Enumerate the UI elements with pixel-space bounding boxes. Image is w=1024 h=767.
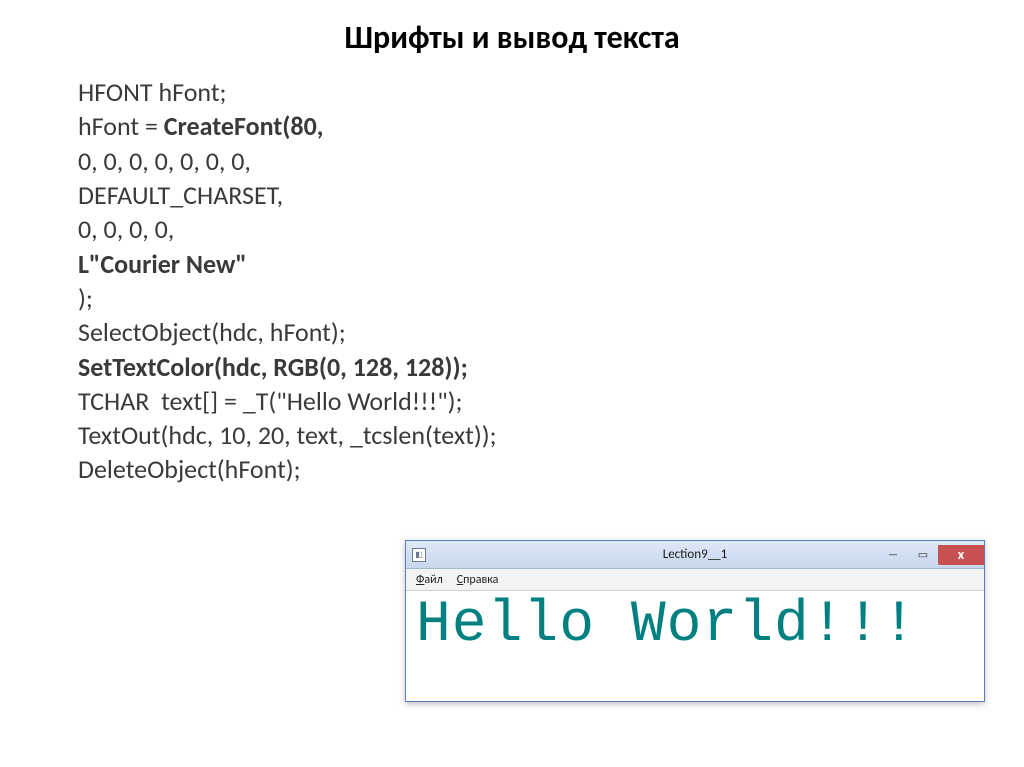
code-line: 0, 0, 0, 0, xyxy=(78,212,1024,246)
app-icon: ◧ xyxy=(412,548,426,562)
client-area: Hello World!!! xyxy=(406,591,984,701)
code-line: 0, 0, 0, 0, 0, 0, 0, xyxy=(78,144,1024,178)
menu-item-help[interactable]: Справка xyxy=(457,573,499,587)
code-line: SelectObject(hdc, hFont); xyxy=(78,315,1024,349)
hello-world-text: Hello World!!! xyxy=(416,597,974,655)
titlebar: ◧ Lection9__1 — ▭ x xyxy=(406,541,984,569)
code-line: ); xyxy=(78,281,1024,315)
maximize-button[interactable]: ▭ xyxy=(908,545,938,565)
menubar: Файл Справка xyxy=(406,569,984,591)
close-button[interactable]: x xyxy=(938,545,984,565)
code-line: hFont = CreateFont(80, xyxy=(78,109,1024,143)
code-line: TCHAR text[] = _T("Hello World!!!"); xyxy=(78,384,1024,418)
code-listing: HFONT hFont; hFont = CreateFont(80, 0, 0… xyxy=(0,75,1024,487)
example-window: ◧ Lection9__1 — ▭ x Файл Справка Hello W… xyxy=(405,540,985,702)
code-line: SetTextColor(hdc, RGB(0, 128, 128)); xyxy=(78,350,1024,384)
window-buttons: — ▭ x xyxy=(878,545,984,565)
code-line: DeleteObject(hFont); xyxy=(78,452,1024,486)
code-line: L"Courier New" xyxy=(78,247,1024,281)
menu-item-file[interactable]: Файл xyxy=(416,573,443,587)
code-line: TextOut(hdc, 10, 20, text, _tcslen(text)… xyxy=(78,418,1024,452)
code-line: HFONT hFont; xyxy=(78,75,1024,109)
page-title: Шрифты и вывод текста xyxy=(0,0,1024,75)
code-line: DEFAULT_CHARSET, xyxy=(78,178,1024,212)
minimize-button[interactable]: — xyxy=(878,545,908,565)
